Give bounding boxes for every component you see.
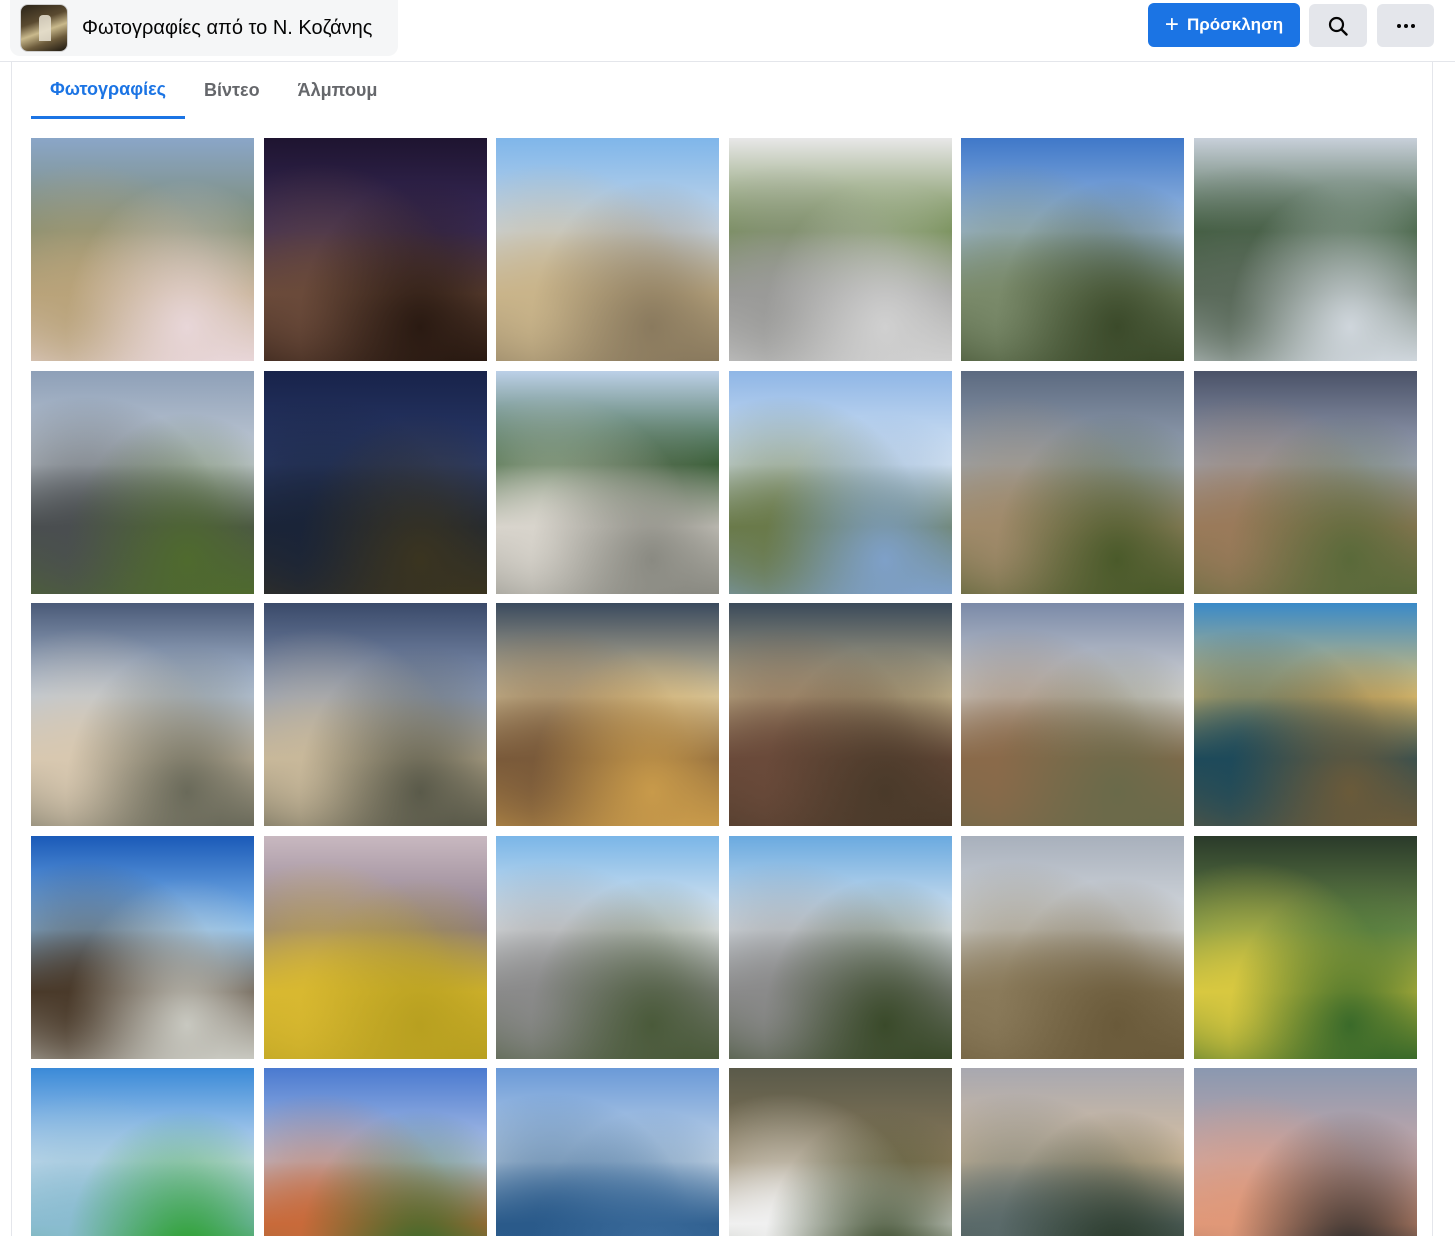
photo-vintage-train-platform[interactable] bbox=[1193, 603, 1417, 826]
photo-bell-tower-road-2[interactable] bbox=[728, 835, 952, 1059]
photo-houses-poplar[interactable] bbox=[31, 603, 254, 826]
photo-chapel-pine[interactable] bbox=[263, 1068, 487, 1236]
photo-sunset-gradient[interactable] bbox=[1193, 1068, 1417, 1236]
photo-blue-sky-valley[interactable] bbox=[961, 138, 1184, 361]
photo-road-evening-sky[interactable] bbox=[31, 370, 254, 594]
photo-town-square[interactable] bbox=[728, 138, 952, 361]
photo-cloudy-town-cypress[interactable] bbox=[961, 370, 1184, 594]
photo-park-sunny-meadow[interactable] bbox=[1193, 835, 1417, 1059]
media-tabs: Φωτογραφίες Βίντεο Άλμπουμ bbox=[31, 62, 396, 120]
photo-blossom-tree-road[interactable] bbox=[496, 370, 719, 594]
search-button[interactable] bbox=[1309, 4, 1367, 47]
photo-grid bbox=[31, 138, 1417, 1236]
photo-sunset-apartments[interactable] bbox=[728, 603, 952, 826]
photo-snow-fir-tree[interactable] bbox=[1193, 138, 1417, 361]
group-title[interactable]: Φωτογραφίες από το Ν. Κοζάνης bbox=[82, 17, 372, 40]
media-panel: Φωτογραφίες Βίντεο Άλμπουμ bbox=[11, 62, 1433, 1236]
photo-rapeseed-lake[interactable] bbox=[263, 835, 487, 1059]
photo-night-city-lights[interactable] bbox=[263, 370, 487, 594]
tab-albums[interactable]: Άλμπουμ bbox=[279, 62, 397, 119]
photo-lake-bridge[interactable] bbox=[496, 1068, 719, 1236]
group-avatar[interactable] bbox=[20, 4, 68, 52]
photo-lake-reflection[interactable] bbox=[728, 370, 952, 594]
photo-night-moon-tree[interactable] bbox=[263, 138, 487, 361]
plus-icon: + bbox=[1164, 11, 1179, 38]
photo-castle-ruins-hill[interactable] bbox=[961, 835, 1184, 1059]
invite-button[interactable]: + Πρόσκληση bbox=[1148, 3, 1300, 47]
photo-white-blossoms[interactable] bbox=[728, 1068, 952, 1236]
photo-old-house-graffiti[interactable] bbox=[496, 138, 719, 361]
group-header: Φωτογραφίες από το Ν. Κοζάνης + Πρόσκλησ… bbox=[0, 0, 1455, 62]
more-horizontal-icon bbox=[1396, 23, 1415, 28]
tab-photos[interactable]: Φωτογραφίες bbox=[31, 62, 185, 119]
search-icon bbox=[1328, 16, 1348, 36]
photo-green-field-lake[interactable] bbox=[31, 1068, 254, 1236]
tab-videos[interactable]: Βίντεο bbox=[185, 62, 279, 119]
more-options-button[interactable] bbox=[1377, 4, 1434, 47]
photo-bare-tree-blue-sky[interactable] bbox=[31, 835, 254, 1059]
photo-storm-poplar-houses[interactable] bbox=[263, 603, 487, 826]
invite-button-label: Πρόσκληση bbox=[1186, 15, 1284, 34]
photo-mountains-cypress-dusk[interactable] bbox=[961, 1068, 1184, 1236]
group-identity[interactable]: Φωτογραφίες από το Ν. Κοζάνης bbox=[10, 0, 398, 56]
photo-bell-tower-road[interactable] bbox=[496, 835, 719, 1059]
photo-mountain-almond-blossom[interactable] bbox=[31, 138, 254, 361]
photo-sunset-balcony[interactable] bbox=[496, 603, 719, 826]
photo-church-cypress-town[interactable] bbox=[1193, 370, 1417, 594]
photo-hill-village[interactable] bbox=[961, 603, 1184, 826]
